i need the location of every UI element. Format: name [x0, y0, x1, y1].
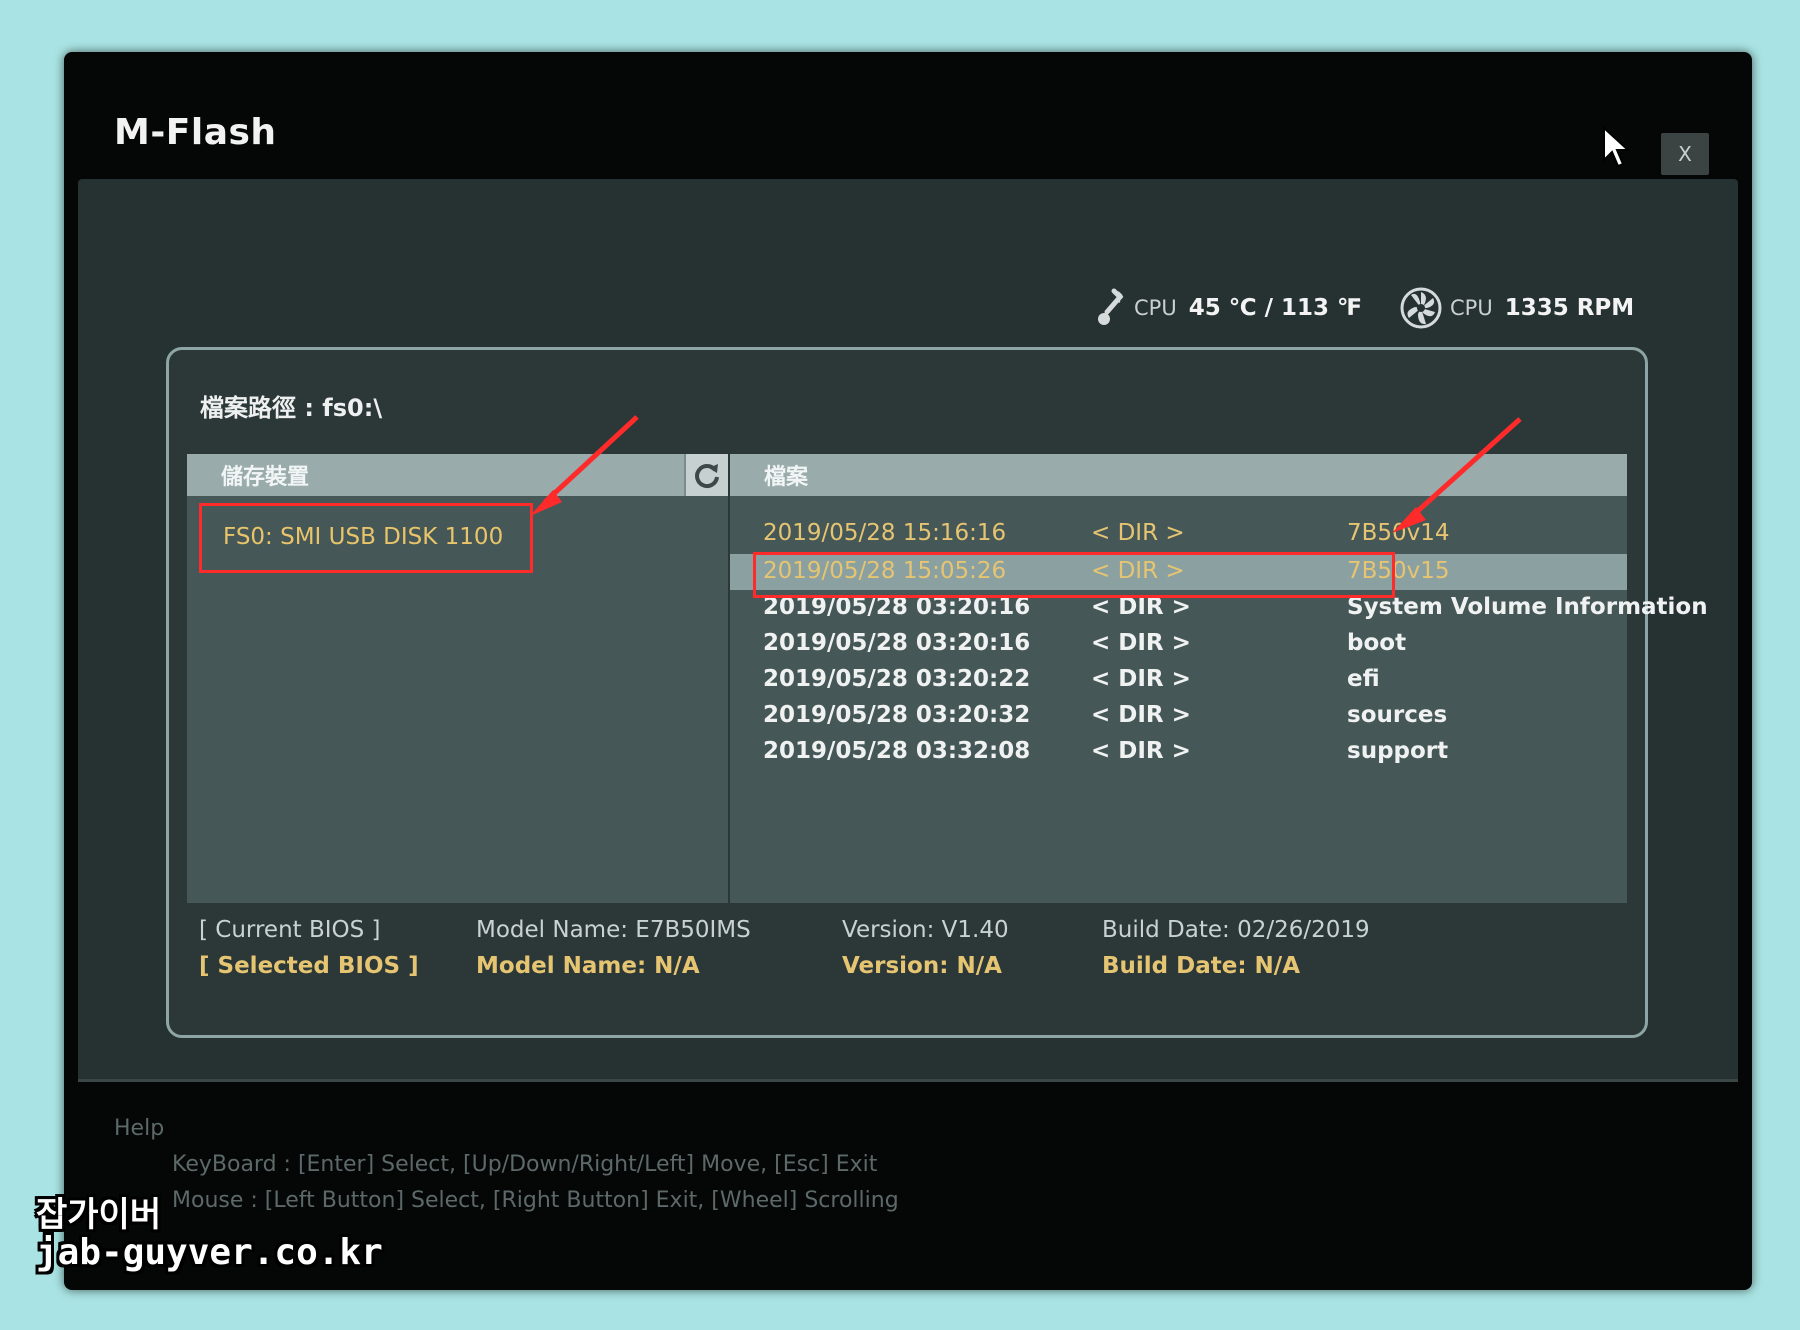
help-divider — [78, 1079, 1738, 1082]
current-bios-model: Model Name: E7B50IMS — [476, 917, 751, 943]
file-date: 2019/05/28 03:32:08 — [763, 738, 1031, 764]
file-date: 2019/05/28 15:16:16 — [763, 520, 1007, 546]
file-list-header: 檔案 — [730, 454, 1627, 496]
file-name: 7B50v14 — [1347, 520, 1450, 546]
cpu-fan-label: CPU — [1450, 296, 1493, 320]
fan-icon — [1400, 287, 1442, 329]
file-date: 2019/05/28 03:20:22 — [763, 666, 1031, 692]
file-name: support — [1347, 738, 1449, 764]
selected-bios-version: Version: N/A — [842, 953, 1002, 979]
file-path: 檔案路徑 : fs0:\ — [200, 394, 383, 422]
thermometer-icon — [1098, 288, 1124, 325]
storage-device-header: 儲存裝置 — [187, 454, 728, 496]
annotation-box-device — [199, 503, 533, 573]
selected-bios-model: Model Name: N/A — [476, 953, 700, 979]
file-type: < DIR > — [1091, 520, 1185, 546]
watermark-korean: 잡가이버 — [36, 1195, 162, 1235]
file-type: < DIR > — [1091, 738, 1191, 764]
file-row[interactable]: 2019/05/28 03:20:22 < DIR > efi — [730, 662, 1627, 698]
file-row[interactable]: 2019/05/28 03:20:32 < DIR > sources — [730, 698, 1627, 734]
close-button[interactable]: X — [1661, 133, 1709, 175]
current-bios-label: [ Current BIOS ] — [199, 917, 381, 943]
file-row[interactable]: 2019/05/28 03:20:16 < DIR > boot — [730, 626, 1627, 662]
flash-panel: 檔案路徑 : fs0:\ 儲存裝置 FS0: SMI USB DISK 1100… — [166, 347, 1708, 1038]
selected-bios-label: [ Selected BIOS ] — [199, 953, 419, 979]
current-bios-build-date: Build Date: 02/26/2019 — [1102, 917, 1370, 943]
watermark: 잡가이버 jab-guyver.co.kr — [36, 1195, 383, 1273]
cpu-fan-value: 1335 RPM — [1504, 295, 1635, 321]
file-row[interactable]: 2019/05/28 03:32:08 < DIR > support — [730, 734, 1627, 770]
file-name: efi — [1347, 666, 1380, 692]
refresh-button[interactable] — [684, 454, 728, 496]
annotation-box-file — [753, 552, 1395, 598]
window-title: M-Flash — [114, 112, 277, 153]
cpu-fan-sensor: CPU 1335 RPM — [1400, 287, 1635, 329]
help-title: Help — [114, 1116, 165, 1141]
storage-device-list: 儲存裝置 FS0: SMI USB DISK 1100 — [187, 454, 728, 903]
cpu-temp-value: 45 ℃ / 113 ℉ — [1188, 295, 1362, 321]
file-list: 檔案 2019/05/28 15:16:16 < DIR > 7B50v14 2… — [730, 454, 1708, 903]
file-type: < DIR > — [1091, 702, 1191, 728]
file-name: boot — [1347, 630, 1407, 656]
file-type: < DIR > — [1091, 666, 1191, 692]
mouse-cursor-icon — [1603, 126, 1631, 168]
file-date: 2019/05/28 03:20:16 — [763, 630, 1031, 656]
current-bios-version: Version: V1.40 — [842, 917, 1009, 943]
cpu-temp-label: CPU — [1134, 296, 1177, 320]
file-name: System Volume Information — [1347, 594, 1708, 620]
help-keyboard: KeyBoard : [Enter] Select, [Up/Down/Righ… — [172, 1152, 878, 1177]
file-type: < DIR > — [1091, 630, 1191, 656]
selected-bios-build-date: Build Date: N/A — [1102, 953, 1301, 979]
file-date: 2019/05/28 03:20:32 — [763, 702, 1031, 728]
refresh-icon — [695, 464, 719, 489]
cpu-temp-sensor: CPU 45 ℃ / 113 ℉ — [1096, 288, 1362, 326]
watermark-url: jab-guyver.co.kr — [36, 1231, 383, 1273]
file-name: sources — [1347, 702, 1448, 728]
file-row[interactable]: 2019/05/28 15:16:16 < DIR > 7B50v14 — [730, 516, 1627, 552]
storage-device-header-label: 儲存裝置 — [221, 465, 310, 490]
